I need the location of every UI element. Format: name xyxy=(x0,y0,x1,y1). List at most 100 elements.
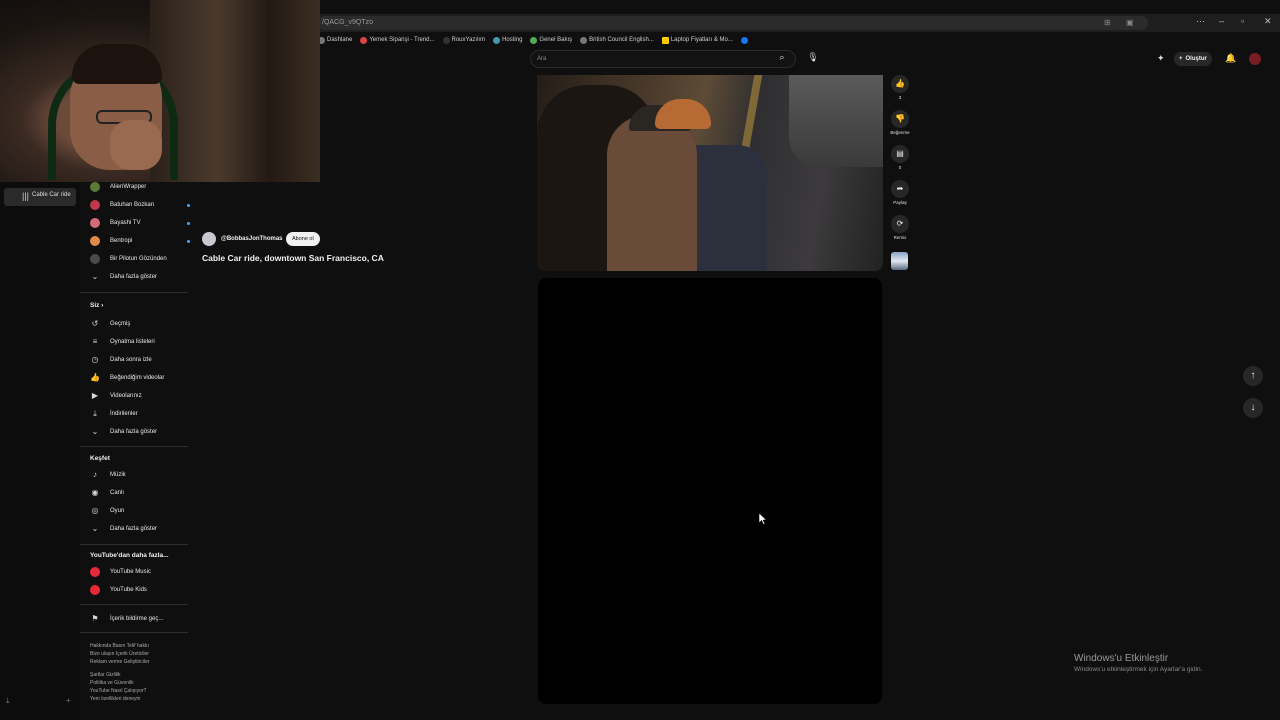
close-icon[interactable]: ✕ xyxy=(1264,16,1272,27)
sidebar-item-batuhan-bozkan[interactable]: Batuhan Bozkan xyxy=(90,198,190,212)
windows-activation-notice: Windows'u Etkinleştir Windows'u etkinleş… xyxy=(1074,653,1203,673)
avatar xyxy=(90,182,100,192)
sidebar-item-history[interactable]: ↺ Geçmiş xyxy=(90,317,190,331)
create-button[interactable]: + Oluştur xyxy=(1174,52,1212,66)
thumb-up-icon: 👍 xyxy=(891,75,909,93)
more-from-youtube-header: YouTube'dan daha fazla... xyxy=(90,552,169,559)
download-icon[interactable]: ⤓ xyxy=(6,696,10,706)
bookmark-dashlane[interactable]: Dashlane xyxy=(318,36,352,44)
thumb-up-icon: 👍 xyxy=(90,373,100,382)
divider xyxy=(80,292,188,293)
hosting-icon xyxy=(493,36,501,44)
next-short-player[interactable] xyxy=(538,278,882,704)
subscribe-button[interactable]: Abone ol xyxy=(286,232,320,246)
food-icon xyxy=(360,36,368,44)
sidebar-item-music[interactable]: ♪ Müzik xyxy=(90,468,190,482)
account-avatar[interactable] xyxy=(1249,53,1261,65)
bookmark-facebook[interactable] xyxy=(740,36,748,44)
next-short-button[interactable]: ↓ xyxy=(1243,398,1263,418)
divider xyxy=(80,544,188,545)
channel-avatar[interactable] xyxy=(202,232,216,246)
divider xyxy=(80,604,188,605)
search-button[interactable]: ⌕ xyxy=(774,52,790,66)
sidebar-item-downloads[interactable]: ⤓ İndirilenler xyxy=(90,407,190,421)
like-button[interactable]: 👍 3 xyxy=(885,75,915,100)
youtube-kids-icon xyxy=(90,585,100,595)
sound-thumbnail[interactable] xyxy=(891,252,908,270)
previous-short-button[interactable]: ↑ xyxy=(1243,366,1263,386)
search-placeholder: Ara xyxy=(537,56,547,62)
bookmark-hosting[interactable]: Hosting xyxy=(493,36,522,44)
bookmarks-bar: Dashlane Yemek Siparişi - Trend... RouxY… xyxy=(318,33,748,47)
sidebar-item-watch-later[interactable]: ◷ Daha sonra izle xyxy=(90,353,190,367)
live-dot xyxy=(187,203,190,207)
channel-name[interactable]: @BobbasJonThomas xyxy=(221,236,283,242)
video-title: Cable Car ride, downtown San Francisco, … xyxy=(202,253,384,263)
bookmark-rouxyazilim[interactable]: RouxYazılım xyxy=(442,36,485,44)
sidebar-item-bentropi[interactable]: Bentropi xyxy=(90,234,190,248)
footer-links[interactable]: Hakkında Basın Telif hakkı Bize ulaşın İ… xyxy=(90,642,190,666)
sidebar-item-gaming[interactable]: ◎ Oyun xyxy=(90,504,190,518)
bookmark-trendyol[interactable]: Yemek Siparişi - Trend... xyxy=(360,36,435,44)
chevron-down-icon: ⌄ xyxy=(91,272,99,281)
live-dot xyxy=(187,239,190,243)
analytics-icon xyxy=(530,36,538,44)
chevron-down-icon: ⌄ xyxy=(91,427,99,436)
gamepad-icon: ◎ xyxy=(91,506,99,515)
sidebar-item-report[interactable]: ⚑ İçerik bildirme geç... xyxy=(90,612,190,626)
avatar xyxy=(90,236,100,246)
minimize-icon[interactable]: – xyxy=(1219,16,1224,26)
search-icon: ⌕ xyxy=(779,52,785,62)
footer-policy-links[interactable]: Şartlar Gizlilik Politika ve Güvenlik Yo… xyxy=(90,671,190,703)
mouse-cursor-icon xyxy=(759,513,767,525)
short-video-player[interactable] xyxy=(537,75,883,271)
sidebar-item-bir-pilotun-gozunden[interactable]: Bir Pilotun Gözünden xyxy=(90,252,190,266)
address-bar[interactable]: /QACG_v9QTzo ⊞ ▣ xyxy=(318,16,1148,30)
more-icon[interactable]: ⋯ xyxy=(1196,16,1205,27)
share-button[interactable]: ➦ Paylaş xyxy=(885,180,915,205)
bookmark-genel-bakis[interactable]: Genel Bakış xyxy=(530,36,572,44)
sidebar-item-bayashi-tv[interactable]: Bayashi TV xyxy=(90,216,190,230)
bookmark-laptop[interactable]: Laptop Fiyatları & Mo... xyxy=(661,36,733,44)
avatar xyxy=(90,218,100,228)
show-more-explore[interactable]: ⌄ Daha fazla göster xyxy=(90,522,190,536)
remix-icon: ⟳ xyxy=(891,215,909,233)
search-input[interactable]: Ara xyxy=(530,50,796,68)
plus-icon: + xyxy=(1179,56,1183,62)
share-icon: ➦ xyxy=(891,180,909,198)
flag-icon: ⚑ xyxy=(91,614,99,623)
bookmark-british-council[interactable]: British Council English... xyxy=(580,36,654,44)
avatar xyxy=(90,254,100,264)
sidebar-item-liked-videos[interactable]: 👍 Beğendiğim videolar xyxy=(90,371,190,385)
side-panel-tab[interactable]: ||| Cable Car ride xyxy=(4,188,76,206)
arrow-down-icon: ↓ xyxy=(1250,402,1256,413)
clock-icon: ◷ xyxy=(91,355,99,364)
sparkle-icon[interactable]: ✦ xyxy=(1157,53,1165,64)
you-section-header[interactable]: Siz › xyxy=(90,302,103,309)
tab-icon[interactable]: ▣ xyxy=(1126,18,1136,28)
comment-icon: ▤ xyxy=(891,145,909,163)
voice-search-button[interactable]: 🎙 xyxy=(806,52,820,66)
url-text: /QACG_v9QTzo xyxy=(322,19,373,26)
sidebar-item-playlists[interactable]: ≡ Oynatma listeleri xyxy=(90,335,190,349)
webcam-overlay xyxy=(0,0,320,182)
sidebar-item-youtube-music[interactable]: YouTube Music xyxy=(90,565,190,579)
reader-icon[interactable]: ⊞ xyxy=(1104,18,1114,28)
sidebar-item-youtube-kids[interactable]: YouTube Kids xyxy=(90,583,190,597)
music-icon: ♪ xyxy=(93,470,97,479)
notifications-icon[interactable]: 🔔 xyxy=(1225,53,1236,64)
show-more-subscriptions[interactable]: ⌄ Daha fazla göster xyxy=(90,270,190,284)
add-icon[interactable]: + xyxy=(66,696,71,705)
audio-playing-icon: ||| xyxy=(22,191,30,201)
browser-side-panel xyxy=(0,182,80,720)
dislike-button[interactable]: 👎 Beğenme xyxy=(885,110,915,135)
playlist-icon: ≡ xyxy=(92,337,98,346)
sidebar-item-alienwrapper[interactable]: AlienWrapper xyxy=(90,180,190,194)
remix-button[interactable]: ⟳ Remix xyxy=(885,215,915,240)
sidebar-item-live[interactable]: ◉ Canlı xyxy=(90,486,190,500)
thumb-down-icon: 👎 xyxy=(891,110,909,128)
comments-button[interactable]: ▤ 0 xyxy=(885,145,915,170)
maximize-icon[interactable]: ▫ xyxy=(1241,16,1244,26)
sidebar-item-your-videos[interactable]: ▶ Videolarınız xyxy=(90,389,190,403)
show-more-you[interactable]: ⌄ Daha fazla göster xyxy=(90,425,190,439)
